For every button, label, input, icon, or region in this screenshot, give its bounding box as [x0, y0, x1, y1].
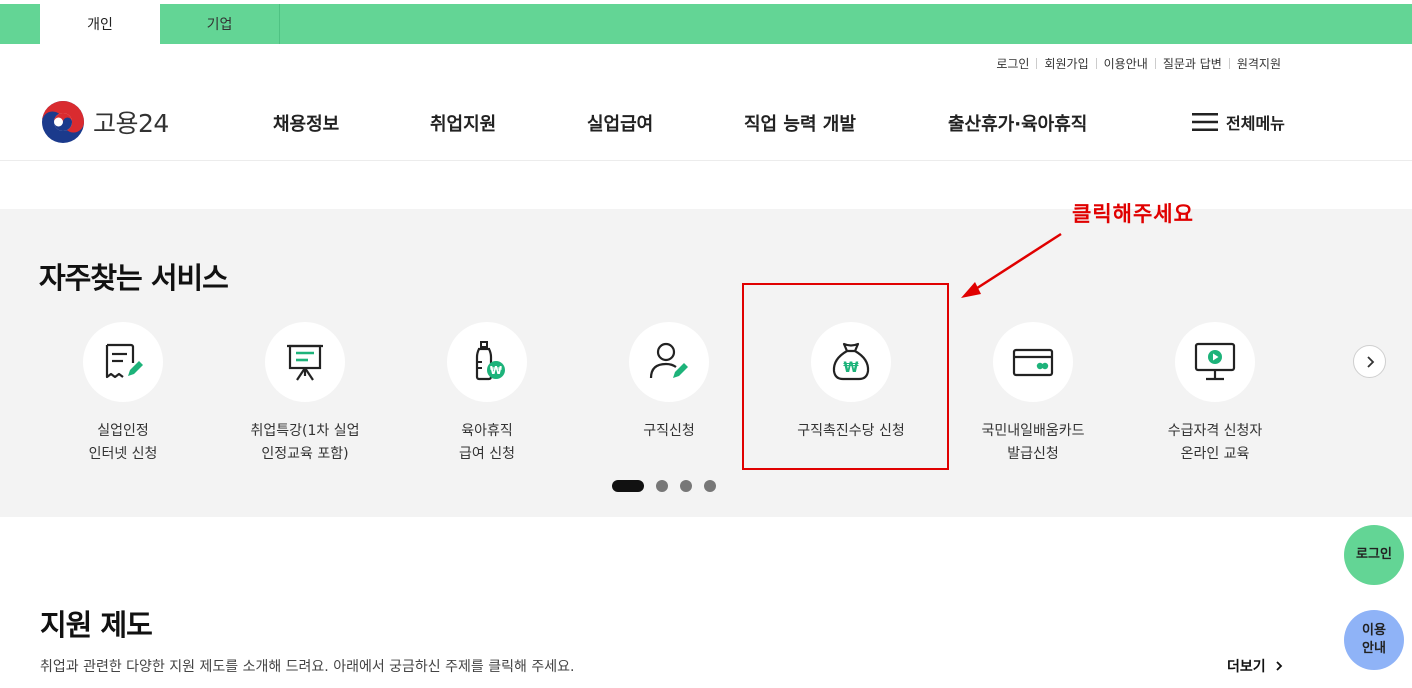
nav-item-employment-support[interactable]: 취업지원 — [430, 110, 496, 136]
service-item-employment-lecture[interactable]: 취업특강(1차 실업 인정교육 포함) — [215, 322, 395, 466]
hamburger-menu-icon — [1192, 113, 1218, 131]
card-icon — [1012, 348, 1054, 377]
carousel-dot-1[interactable] — [612, 480, 644, 492]
carousel-dot-3[interactable] — [680, 480, 692, 492]
annotation-arrow-icon — [961, 232, 1062, 298]
highlight-box — [742, 283, 949, 470]
carousel-pagination — [612, 480, 716, 492]
all-menu-label: 전체메뉴 — [1226, 114, 1285, 133]
service-icon-circle — [993, 322, 1073, 402]
service-label: 실업인정 인터넷 신청 — [88, 423, 158, 462]
audience-tab-bar: 개인 기업 — [0, 4, 1412, 44]
header-divider — [0, 160, 1412, 161]
service-icon-circle: ₩ — [447, 322, 527, 402]
service-icon-circle — [629, 322, 709, 402]
more-label: 더보기 — [1227, 659, 1266, 675]
floating-guide-label: 이용 안내 — [1362, 623, 1386, 656]
service-item-online-education[interactable]: 수급자격 신청자 온라인 교육 — [1125, 322, 1305, 466]
annotation-text: 클릭해주세요 — [1072, 202, 1194, 226]
service-item-learning-card[interactable]: 국민내일배움카드 발급신청 — [943, 322, 1123, 466]
floating-guide-button[interactable]: 이용 안내 — [1344, 610, 1404, 670]
service-label: 육아휴직 급여 신청 — [459, 423, 515, 462]
nav-item-unemployment-benefits[interactable]: 실업급여 — [587, 110, 653, 136]
nav-item-jobs[interactable]: 채용정보 — [273, 110, 339, 136]
service-icon-circle — [265, 322, 345, 402]
all-menu-button[interactable]: 전체메뉴 — [1192, 110, 1285, 134]
service-item-job-application[interactable]: 구직신청 — [579, 322, 759, 443]
tab-business[interactable]: 기업 — [160, 4, 280, 44]
qna-link[interactable]: 질문과 답변 — [1156, 55, 1229, 72]
guide-link[interactable]: 이용안내 — [1097, 55, 1155, 72]
nav-item-job-skills[interactable]: 직업 능력 개발 — [744, 110, 856, 136]
monitor-play-icon — [1194, 342, 1236, 381]
floating-login-button[interactable]: 로그인 — [1344, 525, 1404, 585]
nav-item-parental-leave[interactable]: 출산휴가·육아휴직 — [948, 110, 1087, 136]
utility-links: 로그인 회원가입 이용안내 질문과 답변 원격지원 — [989, 55, 1288, 72]
support-title: 지원 제도 — [40, 608, 153, 642]
support-description: 취업과 관련한 다양한 지원 제도를 소개해 드려요. 아래에서 궁금하신 주제… — [40, 659, 575, 675]
baby-bottle-won-icon: ₩ — [475, 341, 505, 381]
signup-link[interactable]: 회원가입 — [1037, 55, 1095, 72]
document-pen-icon — [105, 343, 143, 379]
presentation-board-icon — [287, 344, 323, 381]
frequent-services-title: 자주찾는 서비스 — [39, 261, 229, 295]
service-label: 구직신청 — [643, 423, 695, 439]
chevron-right-icon — [1366, 355, 1374, 368]
carousel-dot-2[interactable] — [656, 480, 668, 492]
more-link[interactable]: 더보기 — [1227, 656, 1286, 676]
service-label: 수급자격 신청자 온라인 교육 — [1167, 423, 1263, 462]
service-label: 국민내일배움카드 발급신청 — [981, 423, 1085, 462]
svg-text:₩: ₩ — [490, 364, 502, 377]
person-pen-icon — [649, 342, 688, 379]
service-icon-circle — [83, 322, 163, 402]
carousel-next-button[interactable] — [1353, 345, 1386, 378]
service-item-unemployment-certification[interactable]: 실업인정 인터넷 신청 — [33, 322, 213, 466]
carousel-dot-4[interactable] — [704, 480, 716, 492]
remote-support-link[interactable]: 원격지원 — [1230, 55, 1288, 72]
service-item-parental-leave-benefit[interactable]: ₩ 육아휴직 급여 신청 — [397, 322, 577, 466]
tab-personal[interactable]: 개인 — [40, 4, 160, 44]
login-link[interactable]: 로그인 — [989, 55, 1036, 72]
floating-login-label: 로그인 — [1356, 547, 1392, 562]
chevron-right-icon — [1276, 661, 1282, 671]
service-label: 취업특강(1차 실업 인정교육 포함) — [250, 423, 360, 462]
service-icon-circle — [1175, 322, 1255, 402]
